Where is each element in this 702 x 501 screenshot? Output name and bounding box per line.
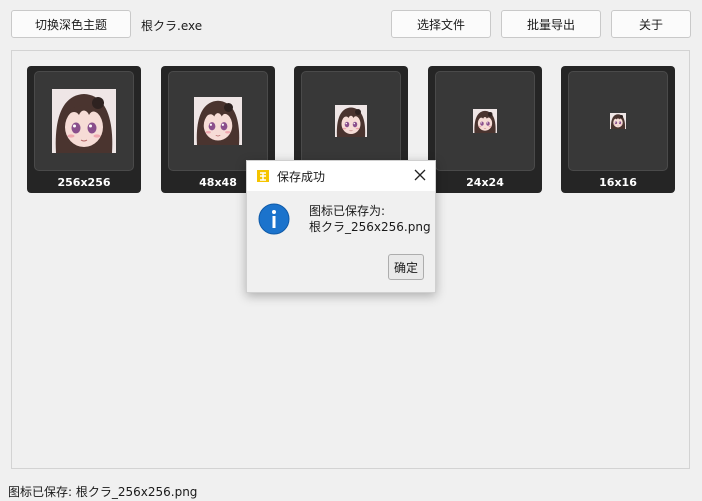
about-button[interactable]: 关于 bbox=[611, 10, 691, 38]
icon-preview-frame bbox=[301, 71, 401, 171]
ok-button[interactable]: 确定 bbox=[388, 254, 424, 280]
dialog-message: 图标已保存为: 根クラ_256x256.png bbox=[309, 203, 431, 235]
dialog-title-bar: 保存成功 bbox=[247, 161, 435, 191]
toggle-dark-theme-button[interactable]: 切换深色主题 bbox=[11, 10, 131, 38]
icon-preview-frame bbox=[568, 71, 668, 171]
file-name-label: 根クラ.exe bbox=[141, 19, 203, 33]
batch-export-button[interactable]: 批量导出 bbox=[501, 10, 601, 38]
select-file-button[interactable]: 选择文件 bbox=[391, 10, 491, 38]
icon-thumbnail bbox=[52, 89, 116, 153]
close-icon[interactable] bbox=[413, 168, 427, 182]
icon-size-label: 16x16 bbox=[599, 176, 637, 189]
icon-size-label: 256x256 bbox=[57, 176, 111, 189]
icon-card-16[interactable]: 16x16 bbox=[561, 66, 675, 193]
icon-preview-frame bbox=[168, 71, 268, 171]
icon-size-label: 24x24 bbox=[466, 176, 504, 189]
dialog-message-line: 图标已保存为: bbox=[309, 204, 386, 218]
icon-preview-frame bbox=[435, 71, 535, 171]
icon-card-24[interactable]: 24x24 bbox=[428, 66, 542, 193]
dialog-message-filename: 根クラ_256x256.png bbox=[309, 220, 431, 234]
info-icon bbox=[258, 203, 290, 238]
icon-thumbnail bbox=[610, 113, 626, 129]
icon-preview-frame bbox=[34, 71, 134, 171]
icon-thumbnail bbox=[194, 97, 242, 145]
app-window: 切换深色主题 根クラ.exe 选择文件 批量导出 关于 256x256 48x4… bbox=[0, 0, 702, 501]
icon-thumbnail bbox=[473, 109, 497, 133]
save-success-dialog: 保存成功 图标已保存为: 根クラ_256x256.png 确定 bbox=[246, 160, 436, 293]
icon-thumbnail bbox=[335, 105, 367, 137]
app-icon bbox=[256, 169, 270, 183]
status-bar-text: 图标已保存: 根クラ_256x256.png bbox=[8, 485, 198, 499]
dialog-title: 保存成功 bbox=[277, 169, 326, 184]
icon-card-256[interactable]: 256x256 bbox=[27, 66, 141, 193]
